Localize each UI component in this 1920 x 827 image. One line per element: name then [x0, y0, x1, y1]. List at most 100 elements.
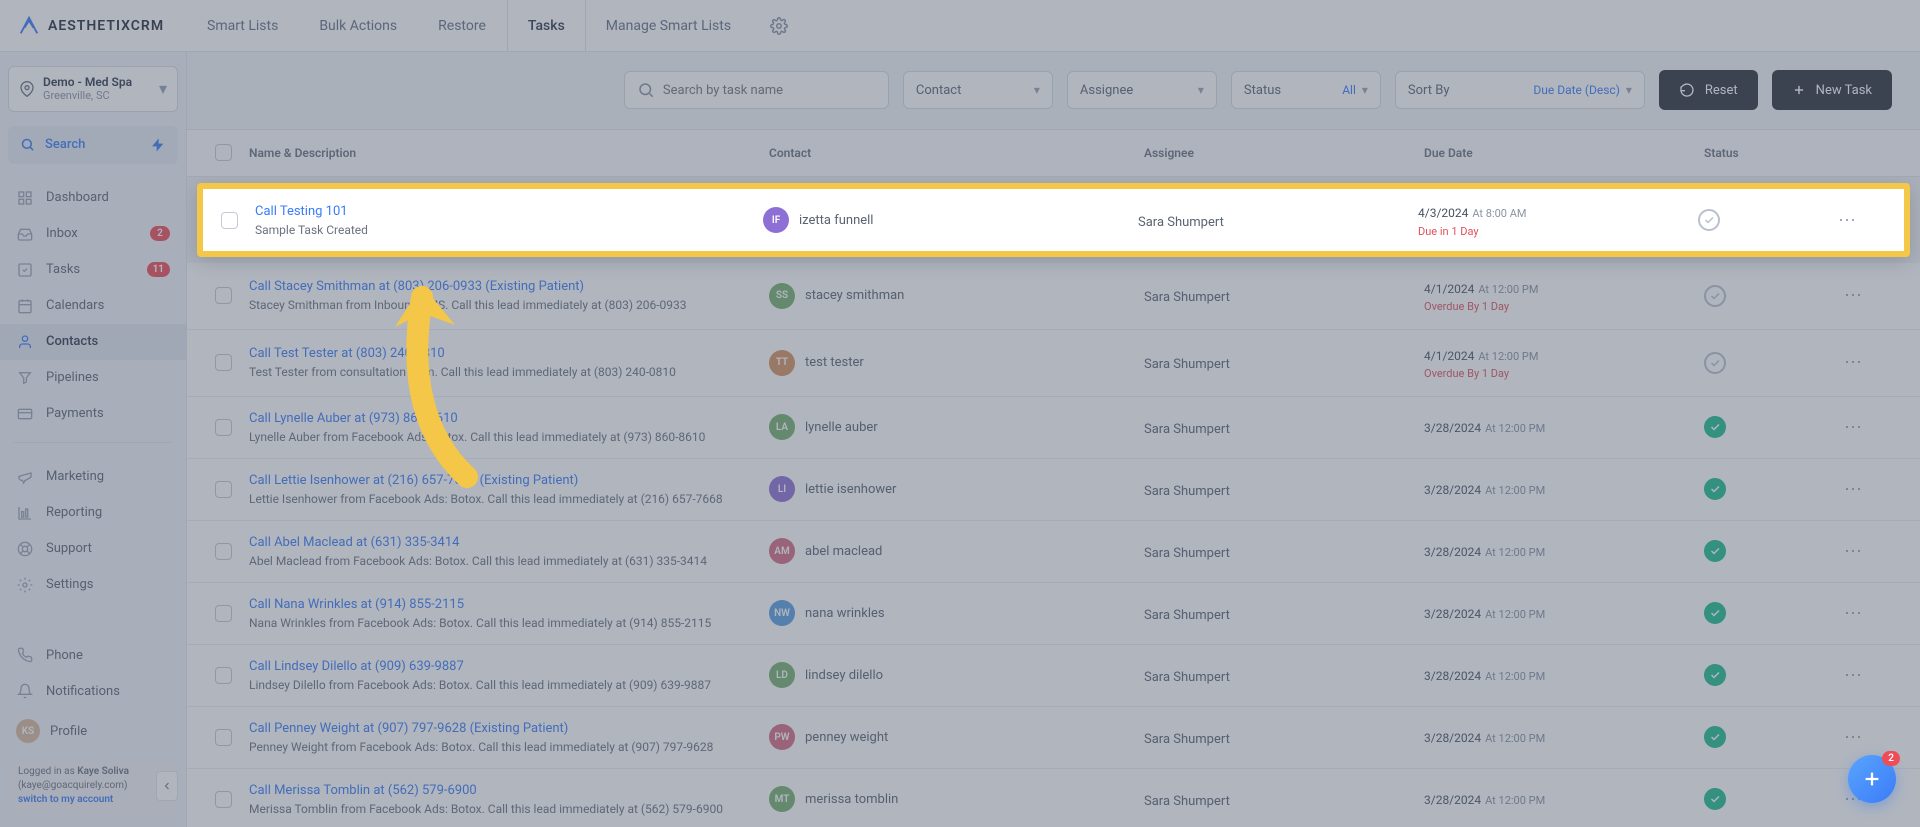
row-actions-menu[interactable]: ⋯ — [1844, 417, 1864, 438]
status-toggle[interactable] — [1704, 664, 1726, 686]
row-checkbox[interactable] — [215, 791, 232, 808]
col-contact: Contact — [769, 146, 1144, 160]
row-checkbox[interactable] — [215, 667, 232, 684]
row-actions-menu[interactable]: ⋯ — [1844, 727, 1864, 748]
sidebar-item-reporting[interactable]: Reporting — [0, 495, 186, 531]
contact-filter[interactable]: Contact▾ — [903, 71, 1053, 109]
toolbar: Contact▾ Assignee▾ StatusAll▾ Sort ByDue… — [187, 52, 1920, 130]
row-actions-menu[interactable]: ⋯ — [1844, 603, 1864, 624]
row-actions-menu[interactable]: ⋯ — [1838, 210, 1858, 231]
contact-name: lindsey dilello — [805, 668, 883, 683]
status-toggle[interactable] — [1704, 540, 1726, 562]
sidebar-collapse-button[interactable] — [156, 771, 178, 801]
sidebar-item-dashboard[interactable]: Dashboard — [0, 180, 186, 216]
sidebar-item-pipelines[interactable]: Pipelines — [0, 360, 186, 396]
row-checkbox[interactable] — [215, 287, 232, 304]
sidebar: Demo - Med Spa Greenville, SC ▾ Search D… — [0, 52, 187, 827]
task-desc: Nana Wrinkles from Facebook Ads: Botox. … — [249, 616, 769, 630]
task-desc: Stacey Smithman from Inbound SMS. Call t… — [249, 298, 769, 312]
sidebar-item-support[interactable]: Support — [0, 531, 186, 567]
task-title-link[interactable]: Call Lettie Isenhower at (216) 657-7668 … — [249, 473, 769, 488]
row-checkbox[interactable] — [215, 729, 232, 746]
row-checkbox[interactable] — [221, 212, 238, 229]
task-title-link[interactable]: Call Penney Weight at (907) 797-9628 (Ex… — [249, 721, 769, 736]
row-checkbox[interactable] — [215, 354, 232, 371]
top-tab-restore[interactable]: Restore — [418, 0, 507, 51]
task-desc: Merissa Tomblin from Facebook Ads: Botox… — [249, 802, 769, 816]
assignee-filter[interactable]: Assignee▾ — [1067, 71, 1217, 109]
contact-avatar: MT — [769, 786, 795, 812]
top-tab-manage-smart-lists[interactable]: Manage Smart Lists — [586, 0, 752, 51]
location-sub: Greenville, SC — [43, 89, 151, 102]
search-icon — [637, 81, 655, 99]
sidebar-search[interactable]: Search — [8, 126, 178, 164]
row-actions-menu[interactable]: ⋯ — [1844, 479, 1864, 500]
col-name: Name & Description — [249, 146, 769, 160]
sidebar-item-payments[interactable]: Payments — [0, 396, 186, 432]
sidebar-item-calendars[interactable]: Calendars — [0, 288, 186, 324]
status-toggle[interactable] — [1704, 285, 1726, 307]
status-toggle[interactable] — [1704, 726, 1726, 748]
status-toggle[interactable] — [1698, 209, 1720, 231]
contact-name: penney weight — [805, 730, 888, 745]
top-settings-icon[interactable] — [752, 17, 806, 35]
top-tab-smart-lists[interactable]: Smart Lists — [187, 0, 299, 51]
task-search-input[interactable] — [663, 83, 876, 98]
row-actions-menu[interactable]: ⋯ — [1844, 541, 1864, 562]
status-filter[interactable]: StatusAll▾ — [1231, 71, 1381, 109]
status-toggle[interactable] — [1704, 602, 1726, 624]
sidebar-item-phone[interactable]: Phone — [0, 637, 186, 673]
task-title-link[interactable]: Call Lindsey Dilello at (909) 639-9887 — [249, 659, 769, 674]
status-toggle[interactable] — [1704, 788, 1726, 810]
row-actions-menu[interactable]: ⋯ — [1844, 665, 1864, 686]
new-task-button[interactable]: New Task — [1772, 70, 1892, 110]
avatar-icon: KS — [16, 719, 40, 743]
fab-button[interactable]: 2 — [1848, 755, 1896, 803]
row-checkbox[interactable] — [215, 419, 232, 436]
due-warning: Due in 1 Day — [1418, 224, 1698, 239]
sidebar-profile[interactable]: KSProfile — [0, 709, 186, 753]
contact-avatar: NW — [769, 600, 795, 626]
row-checkbox[interactable] — [215, 543, 232, 560]
row-actions-menu[interactable]: ⋯ — [1844, 352, 1864, 373]
sidebar-item-marketing[interactable]: Marketing — [0, 459, 186, 495]
sidebar-item-inbox[interactable]: Inbox2 — [0, 216, 186, 252]
task-title-link[interactable]: Call Test Tester at (803) 240-0810 — [249, 346, 769, 361]
sort-dropdown[interactable]: Sort ByDue Date (Desc)▾ — [1395, 71, 1645, 109]
top-tab-tasks[interactable]: Tasks — [507, 0, 586, 51]
sidebar-item-tasks[interactable]: Tasks11 — [0, 252, 186, 288]
task-desc: Lynelle Auber from Facebook Ads: Botox. … — [249, 430, 769, 444]
sidebar-item-notifications[interactable]: Notifications — [0, 673, 186, 709]
switch-account-link[interactable]: switch to my account — [18, 794, 113, 805]
task-row: Call Nana Wrinkles at (914) 855-2115 Nana… — [187, 583, 1920, 645]
reset-button[interactable]: Reset — [1659, 70, 1758, 110]
task-desc: Penney Weight from Facebook Ads: Botox. … — [249, 740, 769, 754]
task-title-link[interactable]: Call Merissa Tomblin at (562) 579-6900 — [249, 783, 769, 798]
task-title-link[interactable]: Call Nana Wrinkles at (914) 855-2115 — [249, 597, 769, 612]
sidebar-item-settings[interactable]: Settings — [0, 567, 186, 603]
sidebar-item-contacts[interactable]: Contacts — [0, 324, 186, 360]
select-all-checkbox[interactable] — [215, 144, 232, 161]
assignee-name: Sara Shumpert — [1138, 215, 1224, 230]
task-title-link[interactable]: Call Stacey Smithman at (803) 206-0933 (… — [249, 279, 769, 294]
task-title-link[interactable]: Call Abel Maclead at (631) 335-3414 — [249, 535, 769, 550]
task-title-link[interactable]: Call Lynelle Auber at (973) 860-8610 — [249, 411, 769, 426]
assignee-name: Sara Shumpert — [1144, 608, 1230, 623]
location-switcher[interactable]: Demo - Med Spa Greenville, SC ▾ — [8, 66, 178, 112]
row-checkbox[interactable] — [215, 605, 232, 622]
brand-logo[interactable]: AESTHETIXCRM — [0, 15, 187, 37]
task-title-link[interactable]: Call Testing 101 — [255, 204, 763, 219]
status-toggle[interactable] — [1704, 352, 1726, 374]
task-row: Call Lettie Isenhower at (216) 657-7668 … — [187, 459, 1920, 521]
task-search[interactable] — [624, 71, 889, 109]
row-checkbox[interactable] — [215, 481, 232, 498]
row-actions-menu[interactable]: ⋯ — [1844, 285, 1864, 306]
status-toggle[interactable] — [1704, 416, 1726, 438]
undo-icon — [1679, 82, 1695, 98]
megaphone-icon — [16, 469, 34, 485]
contact-name: lynelle auber — [805, 420, 878, 435]
chevron-down-icon: ▾ — [1626, 83, 1632, 97]
status-toggle[interactable] — [1704, 478, 1726, 500]
top-tab-bulk-actions[interactable]: Bulk Actions — [299, 0, 418, 51]
assignee-name: Sara Shumpert — [1144, 357, 1230, 372]
